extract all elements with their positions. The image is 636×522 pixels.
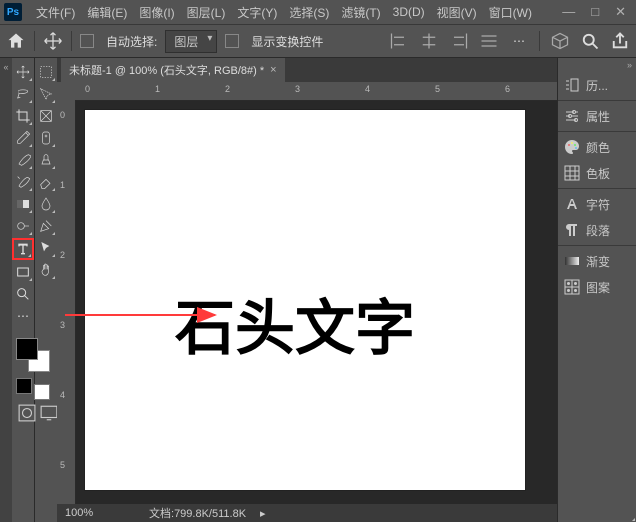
swap-colors-icon[interactable] xyxy=(34,384,50,400)
home-icon[interactable] xyxy=(6,31,26,51)
window-maximize-button[interactable]: □ xyxy=(591,4,599,20)
menu-edit[interactable]: 编辑(E) xyxy=(81,4,133,21)
screen-mode-icon[interactable] xyxy=(40,404,58,422)
menu-file[interactable]: 文件(F) xyxy=(30,4,81,21)
hand-tool[interactable] xyxy=(36,260,56,280)
menu-filter[interactable]: 滤镜(T) xyxy=(335,4,386,21)
share-icon[interactable] xyxy=(610,31,630,51)
type-tool[interactable] xyxy=(12,238,34,260)
more-options-icon[interactable]: ⋯ xyxy=(509,31,529,51)
window-minimize-button[interactable]: ― xyxy=(562,4,575,20)
doc-info[interactable]: 文档:799.8K/511.8K xyxy=(149,505,246,521)
panel-properties[interactable]: 属性 xyxy=(558,103,636,129)
panel-character[interactable]: 字符 xyxy=(558,191,636,217)
zoom-tool[interactable] xyxy=(13,284,33,304)
show-transform-checkbox[interactable] xyxy=(225,34,239,48)
blur-tool[interactable] xyxy=(36,194,56,214)
foreground-color-swatch[interactable] xyxy=(16,338,38,360)
quick-mask-icon[interactable] xyxy=(18,404,36,422)
status-bar: 100% 文档:799.8K/511.8K ▸ xyxy=(57,504,557,522)
toolbox-column-b xyxy=(35,58,57,522)
clone-stamp-tool[interactable] xyxy=(36,150,56,170)
edit-toolbar-icon[interactable]: ⋯ xyxy=(13,306,33,326)
history-brush-tool[interactable] xyxy=(13,172,33,192)
auto-select-label: 自动选择: xyxy=(106,33,157,50)
panel-history[interactable]: 历... xyxy=(558,72,636,98)
toolbox-collapse-handle[interactable]: « xyxy=(0,58,12,522)
panel-dock: » 历... 属性 颜色 色板 字符 段落 渐变 图案 xyxy=(557,58,636,522)
panel-paragraph[interactable]: 段落 xyxy=(558,217,636,243)
panel-swatches[interactable]: 色板 xyxy=(558,160,636,186)
healing-brush-tool[interactable] xyxy=(36,128,56,148)
document-tab[interactable]: 未标题-1 @ 100% (石头文字, RGB/8#) * × xyxy=(61,58,285,82)
color-swatches[interactable] xyxy=(16,338,50,372)
auto-select-target-dropdown[interactable]: 图层 xyxy=(165,30,217,53)
auto-select-checkbox[interactable] xyxy=(80,34,94,48)
close-tab-icon[interactable]: × xyxy=(270,64,276,76)
crop-tool[interactable] xyxy=(13,106,33,126)
menu-select[interactable]: 选择(S) xyxy=(283,4,335,21)
quick-select-tool[interactable] xyxy=(36,84,56,104)
gradient-tool[interactable] xyxy=(13,194,33,214)
app-logo: Ps xyxy=(4,3,22,21)
document-area: 未标题-1 @ 100% (石头文字, RGB/8#) * × 0 1 2 3 … xyxy=(57,58,557,522)
rectangle-tool[interactable] xyxy=(13,262,33,282)
ruler-vertical[interactable]: 0 1 2 3 4 5 xyxy=(57,100,76,504)
panel-collapse-handle[interactable]: » xyxy=(558,58,636,72)
panel-patterns[interactable]: 图案 xyxy=(558,274,636,300)
toolbox-column-a: ⋯ xyxy=(12,58,35,522)
brush-tool[interactable] xyxy=(13,150,33,170)
frame-tool[interactable] xyxy=(36,106,56,126)
pen-tool[interactable] xyxy=(36,216,56,236)
3d-mode-icon[interactable] xyxy=(550,31,570,51)
move-tool-icon[interactable] xyxy=(43,31,63,51)
eyedropper-tool[interactable] xyxy=(13,128,33,148)
menu-view[interactable]: 视图(V) xyxy=(431,4,483,21)
align-center-h-icon[interactable] xyxy=(419,31,439,51)
menu-window[interactable]: 窗口(W) xyxy=(483,4,538,21)
marquee-tool[interactable] xyxy=(36,62,56,82)
search-icon[interactable] xyxy=(580,31,600,51)
path-select-tool[interactable] xyxy=(36,238,56,258)
move-tool[interactable] xyxy=(13,62,33,82)
align-left-icon[interactable] xyxy=(389,31,409,51)
default-colors-icon[interactable] xyxy=(16,378,32,394)
ruler-horizontal[interactable]: 0 1 2 3 4 5 6 xyxy=(75,82,557,101)
status-more-icon[interactable]: ▸ xyxy=(260,507,266,520)
align-right-icon[interactable] xyxy=(449,31,469,51)
menu-layer[interactable]: 图层(L) xyxy=(181,4,232,21)
lasso-tool[interactable] xyxy=(13,84,33,104)
document-tab-title: 未标题-1 @ 100% (石头文字, RGB/8#) * xyxy=(69,62,264,78)
canvas[interactable]: 石头文字 xyxy=(85,110,525,490)
eraser-tool[interactable] xyxy=(36,172,56,192)
show-transform-label: 显示变换控件 xyxy=(251,33,323,50)
options-bar: 自动选择: 图层 显示变换控件 ⋯ xyxy=(0,25,636,58)
ruler-origin[interactable] xyxy=(57,82,75,100)
menu-type[interactable]: 文字(Y) xyxy=(231,4,283,21)
distribute-icon[interactable] xyxy=(479,31,499,51)
menu-bar: Ps 文件(F) 编辑(E) 图像(I) 图层(L) 文字(Y) 选择(S) 滤… xyxy=(0,0,636,25)
panel-color[interactable]: 颜色 xyxy=(558,134,636,160)
canvas-text-layer[interactable]: 石头文字 xyxy=(175,280,415,367)
zoom-level[interactable]: 100% xyxy=(65,507,135,519)
panel-gradients[interactable]: 渐变 xyxy=(558,248,636,274)
menu-3d[interactable]: 3D(D) xyxy=(387,5,431,19)
dodge-tool[interactable] xyxy=(13,216,33,236)
window-close-button[interactable]: ✕ xyxy=(615,4,626,20)
menu-image[interactable]: 图像(I) xyxy=(133,4,180,21)
